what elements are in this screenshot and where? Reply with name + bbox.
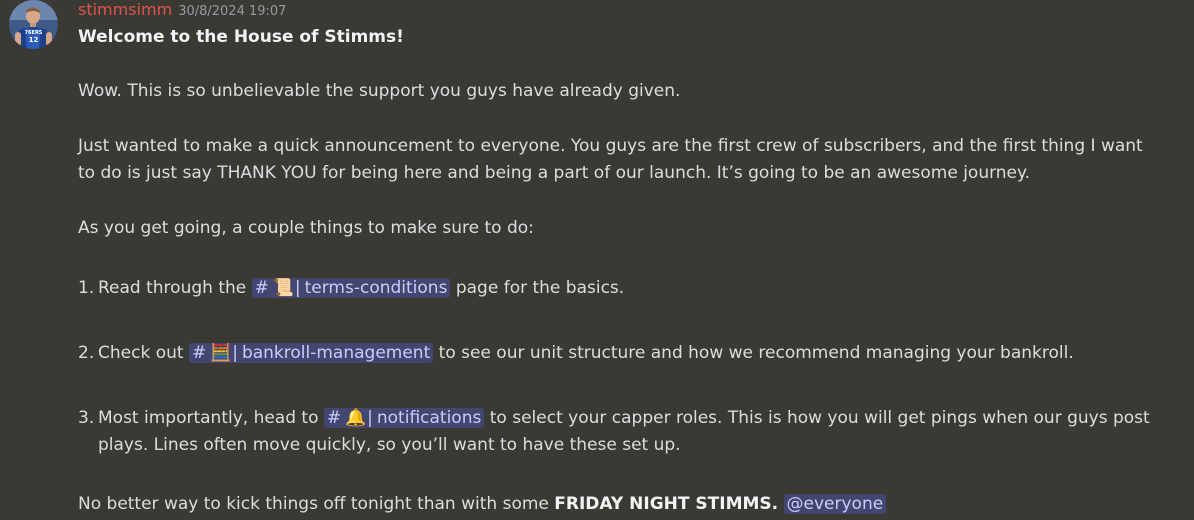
list-text-before: Check out [98,343,189,363]
channel-name: notifications [376,408,482,428]
channel-name: bankroll-management [241,343,431,363]
author-username[interactable]: stimmsimm [78,0,172,19]
channel-mention-notifications[interactable]: # 🔔| notifications [323,408,485,428]
list-number: 3. [78,408,95,428]
channel-hash-icon: # [191,343,207,363]
channel-hash-icon: # [326,408,342,428]
paragraph-closing: No better way to kick things off tonight… [78,491,1158,518]
list-item: 2. Check out # 🧮| bankroll-management to s… [78,340,1158,367]
list-item: 1. Read through the # 📜| terms-conditions … [78,275,1158,302]
channel-separator: | [294,278,301,298]
everyone-mention[interactable]: @everyone [783,494,887,514]
closing-bold-text: FRIDAY NIGHT STIMMS. [554,494,779,514]
closing-text: No better way to kick things off tonight… [78,494,555,514]
channel-mention-bankroll-management[interactable]: # 🧮| bankroll-management [188,343,434,363]
list-text-after: to see our unit structure and how we rec… [433,343,1074,363]
channel-separator: | [232,343,238,363]
paragraph-wow: Wow. This is so unbelievable the support… [78,81,681,101]
message-timestamp: 30/8/2024 19:07 [178,4,287,19]
message-header: stimmsimm 30/8/2024 19:07 [78,0,286,20]
list-item: 3. Most importantly, head to # 🔔| notifica… [78,405,1158,459]
bell-emoji-icon: 🔔 [345,408,367,428]
user-avatar[interactable]: 76ERS 12 [9,0,58,49]
paragraph-announcement: Just wanted to make a quick announcement… [78,136,1143,183]
message-title: Welcome to the House of Stimms! [78,27,404,47]
scroll-emoji-icon: 📜 [272,278,295,298]
list-number: 2. [78,343,95,363]
jersey-number: 12 [29,36,39,44]
list-text-before: Read through the [98,278,252,298]
channel-mention-terms-conditions[interactable]: # 📜| terms-conditions [251,278,451,298]
message-content: Welcome to the House of Stimms! Wow. Thi… [78,24,1158,518]
list-text-before: Most importantly, head to [98,408,324,428]
avatar-image: 76ERS 12 [9,0,58,49]
channel-separator: | [367,408,373,428]
list-number: 1. [78,278,95,298]
channel-name: terms-conditions [304,278,448,298]
chat-message: 76ERS 12 stimmsimm 30/8/2024 19:07 Welcom… [0,0,1194,520]
paragraph-instructions: As you get going, a couple things to mak… [78,218,534,238]
list-text-after: page for the basics. [450,278,625,298]
channel-hash-icon: # [254,278,269,298]
abacus-emoji-icon: 🧮 [210,343,232,363]
